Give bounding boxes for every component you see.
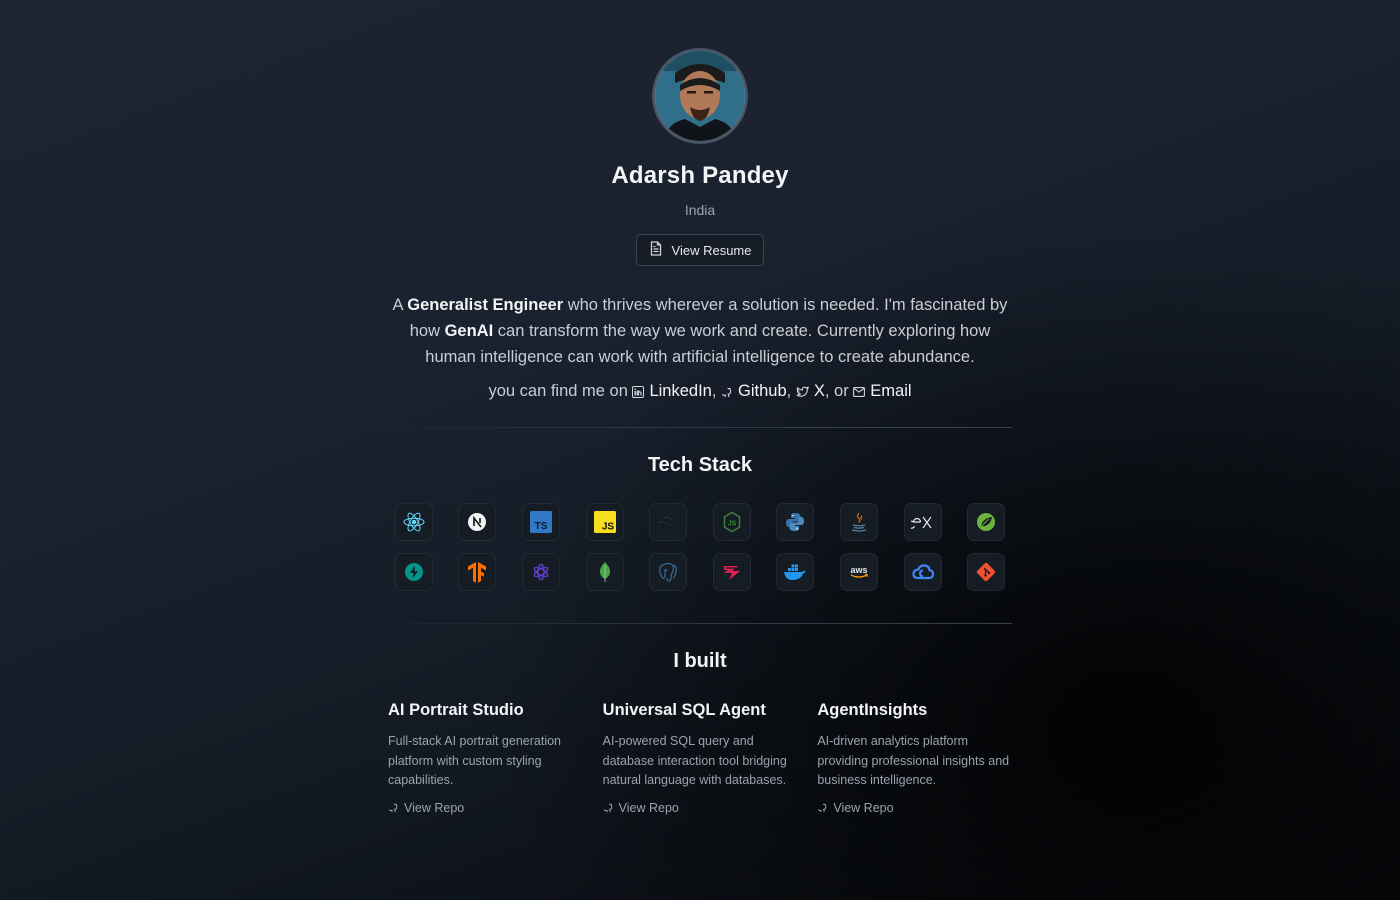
nodejs-icon: JS [712, 503, 751, 541]
profile-name: Adarsh Pandey [611, 162, 789, 189]
project-card: AI Portrait Studio Full-stack AI portrai… [388, 701, 583, 815]
github-icon [818, 803, 827, 813]
mail-icon [853, 386, 866, 397]
view-repo-link[interactable]: View Repo [817, 801, 1012, 815]
tech-stack-title: Tech Stack [647, 454, 753, 476]
nestjs-icon [712, 553, 751, 591]
project-description: AI-driven analytics platform providing p… [817, 734, 1010, 787]
bio-emphasis-generalist: Generalist Engineer [407, 296, 564, 314]
bio-emphasis-genai: GenAI [444, 322, 494, 340]
linkedin-link[interactable]: LinkedIn [632, 382, 712, 401]
openai-icon [522, 553, 561, 591]
github-link[interactable]: Github [721, 382, 787, 401]
project-card: Universal SQL Agent AI-powered SQL query… [603, 701, 798, 815]
view-repo-link[interactable]: View Repo [603, 801, 798, 815]
tailwind-icon [649, 503, 688, 541]
view-repo-label: View Repo [404, 800, 465, 815]
view-repo-link[interactable]: View Repo [388, 801, 583, 815]
typescript-icon: TS [522, 503, 561, 541]
find-or: or [834, 382, 849, 400]
svg-text:JS: JS [601, 522, 614, 533]
svg-text:TS: TS [535, 521, 548, 532]
mongodb-icon [585, 553, 624, 591]
java-icon [839, 503, 878, 541]
google-cloud-icon [903, 553, 942, 591]
aws-icon: aws [839, 553, 878, 591]
twitter-bird-icon [796, 385, 809, 397]
avatar-photo [655, 51, 745, 141]
github-icon [388, 803, 398, 813]
view-resume-button[interactable]: View Resume [635, 234, 765, 266]
view-repo-label: View Repo [833, 800, 894, 815]
project-card: AgentInsights AI-driven analytics platfo… [817, 701, 1012, 815]
javascript-icon: JS [585, 503, 624, 541]
spring-icon [967, 503, 1006, 541]
find-prefix: you can find me on [488, 382, 628, 400]
social-links: you can find me on LinkedIn, Github, X, … [488, 382, 912, 401]
section-divider [388, 623, 1012, 624]
project-description: AI-powered SQL query and database intera… [602, 734, 787, 787]
project-title: AI Portrait Studio [388, 701, 524, 719]
express-icon [903, 503, 942, 541]
document-icon [649, 241, 663, 259]
project-title: Universal SQL Agent [602, 701, 766, 719]
profile-page: Adarsh Pandey India View Resume A Genera… [388, 48, 1012, 815]
projects-grid: AI Portrait Studio Full-stack AI portrai… [388, 701, 1012, 815]
projects-title: I built [673, 650, 727, 672]
python-icon [776, 503, 815, 541]
docker-icon [776, 553, 815, 591]
project-description: Full-stack AI portrait generation platfo… [388, 734, 561, 787]
tech-stack-grid: TS JS JS aws [394, 503, 1006, 591]
view-repo-label: View Repo [618, 800, 679, 815]
git-icon [967, 553, 1006, 591]
project-title: AgentInsights [817, 701, 928, 719]
postgresql-icon [649, 553, 688, 591]
github-icon [722, 387, 732, 397]
nextjs-icon [458, 503, 497, 541]
fastapi-icon [394, 553, 433, 591]
view-resume-label: View Resume [671, 242, 752, 258]
x-link[interactable]: X [796, 382, 825, 401]
tensorflow-icon [458, 553, 497, 591]
svg-text:aws: aws [850, 565, 867, 575]
linkedin-icon [632, 385, 645, 398]
svg-text:JS: JS [728, 521, 737, 528]
react-icon [394, 503, 433, 541]
email-link[interactable]: Email [853, 382, 912, 401]
avatar [652, 48, 748, 144]
github-icon [603, 803, 613, 813]
profile-location: India [684, 202, 716, 218]
section-divider [388, 427, 1012, 428]
bio-text: A Generalist Engineer who thrives wherev… [392, 296, 1008, 366]
